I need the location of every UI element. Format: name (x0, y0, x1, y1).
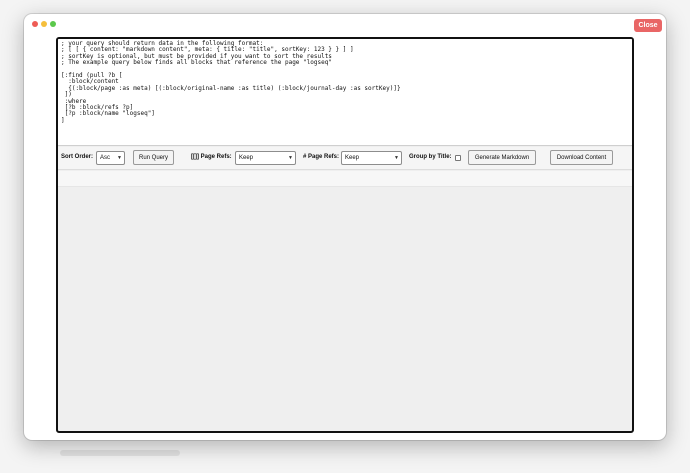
window-minimize-dot[interactable] (41, 21, 47, 27)
query-panel: ; your query should return data in the f… (56, 37, 634, 433)
group-by-title-label: Group by Title: (409, 154, 452, 160)
app-window: Close ; your query should return data in… (24, 14, 666, 440)
generate-markdown-button[interactable]: Generate Markdown (468, 150, 536, 165)
background-blur-line (60, 450, 180, 456)
hash-page-refs-value: Keep (345, 155, 360, 161)
download-content-button[interactable]: Download Content (550, 150, 613, 165)
window-zoom-dot[interactable] (50, 21, 56, 27)
window-close-dot[interactable] (32, 21, 38, 27)
query-editor[interactable]: ; your query should return data in the f… (58, 39, 632, 146)
editor-line: ] (61, 116, 65, 124)
bracket-page-refs-label: [[]] Page Refs: (191, 154, 232, 160)
results-area (58, 171, 632, 187)
run-query-button[interactable]: Run Query (133, 150, 174, 165)
chevron-down-icon: ▼ (117, 155, 122, 161)
group-by-title-checkbox[interactable] (455, 155, 461, 161)
bracket-page-refs-select[interactable]: Keep ▼ (235, 151, 296, 165)
controls-bar: Sort Order: Asc ▼ Run Query [[]] Page Re… (58, 147, 632, 170)
bracket-page-refs-value: Keep (239, 155, 254, 161)
sort-order-value: Asc (100, 155, 111, 161)
sort-order-label: Sort Order: (61, 154, 94, 160)
chevron-down-icon: ▼ (288, 155, 293, 161)
chevron-down-icon: ▼ (394, 155, 399, 161)
hash-page-refs-select[interactable]: Keep ▼ (341, 151, 402, 165)
close-button[interactable]: Close (634, 19, 662, 32)
hash-page-refs-label: # Page Refs: (303, 154, 340, 160)
sort-order-select[interactable]: Asc ▼ (96, 151, 125, 165)
